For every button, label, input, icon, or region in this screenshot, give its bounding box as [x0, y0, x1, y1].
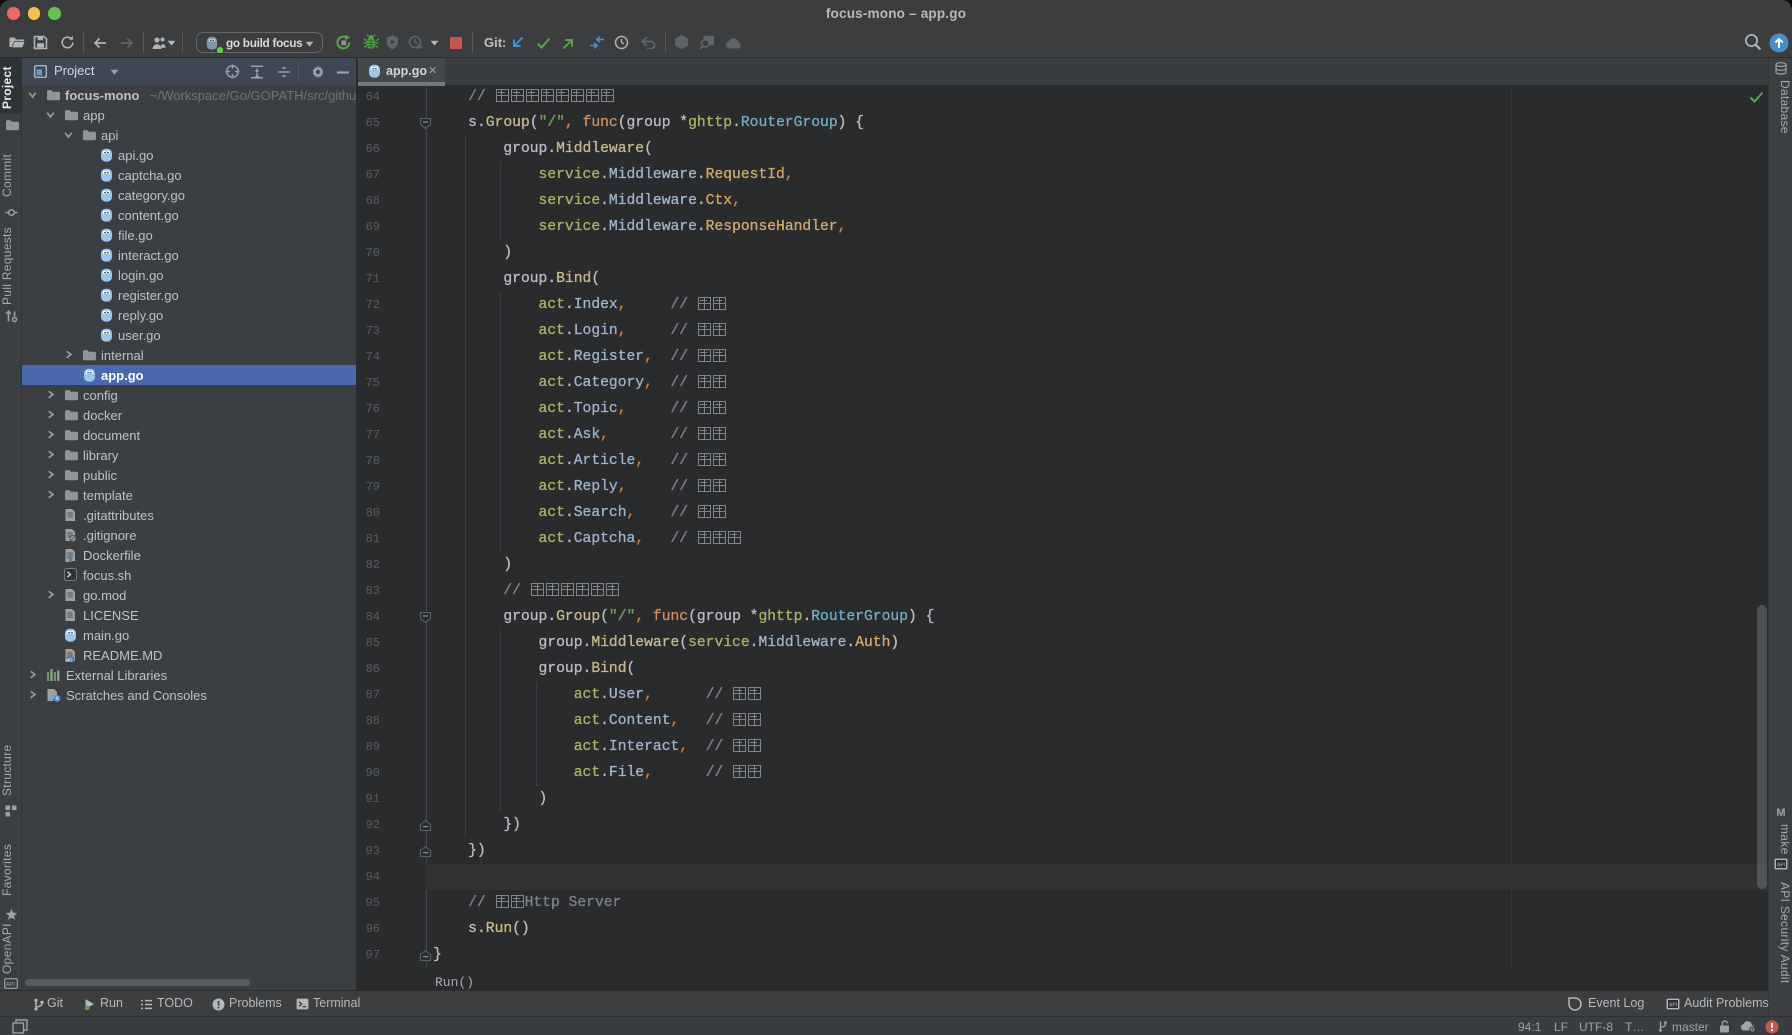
- svg-text:API: API: [6, 982, 15, 988]
- svg-text:API: API: [1669, 1003, 1677, 1009]
- svg-text:MD: MD: [66, 657, 73, 662]
- svg-text:API: API: [1777, 863, 1785, 869]
